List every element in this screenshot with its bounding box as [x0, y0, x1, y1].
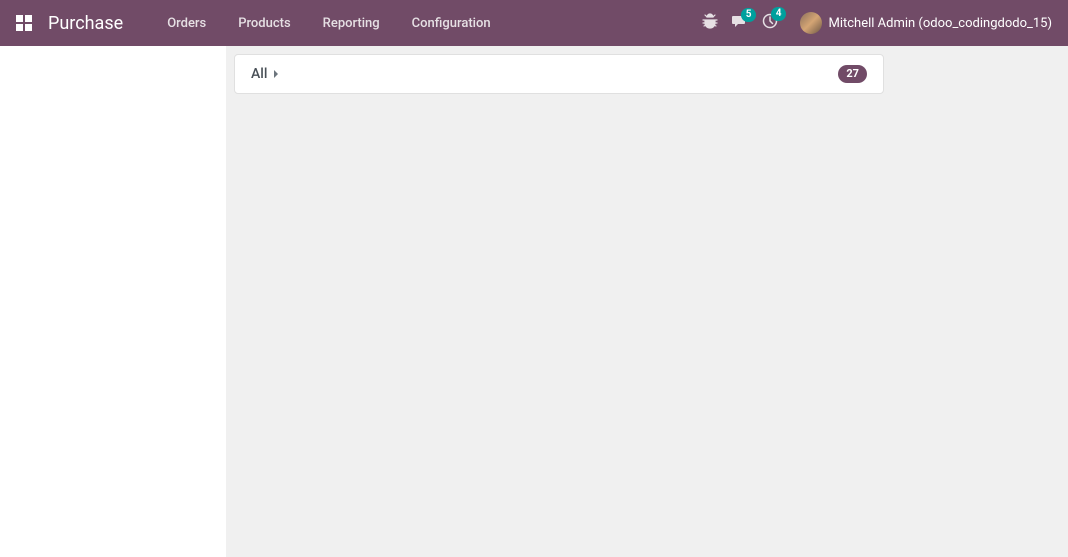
- activity-badge: 4: [771, 7, 787, 21]
- nav-item-reporting[interactable]: Reporting: [307, 0, 396, 46]
- nav-item-products[interactable]: Products: [222, 0, 306, 46]
- nav-item-configuration[interactable]: Configuration: [396, 0, 507, 46]
- category-all[interactable]: All 27: [234, 54, 884, 94]
- nav-label: Reporting: [323, 16, 380, 31]
- apps-icon[interactable]: [16, 15, 32, 31]
- app-title[interactable]: Purchase: [48, 13, 123, 34]
- nav-label: Products: [238, 16, 290, 31]
- main-content: All 27: [0, 46, 1068, 557]
- avatar: [800, 12, 822, 34]
- sidebar: [0, 46, 226, 557]
- user-name: Mitchell Admin (odoo_codingdodo_15): [828, 16, 1052, 31]
- debug-button[interactable]: [702, 13, 718, 33]
- navbar: Purchase Orders Products Reporting Confi…: [0, 0, 1068, 46]
- discuss-button[interactable]: 5: [732, 14, 748, 33]
- nav-label: Configuration: [412, 16, 491, 31]
- content-area: All 27: [226, 46, 1068, 557]
- activity-button[interactable]: 4: [762, 13, 778, 33]
- category-label: All: [251, 66, 267, 82]
- nav-menu: Orders Products Reporting Configuration: [151, 0, 506, 46]
- navbar-right: 5 4 Mitchell Admin (odoo_codingdodo_15): [702, 12, 1052, 34]
- nav-item-orders[interactable]: Orders: [151, 0, 222, 46]
- nav-label: Orders: [167, 16, 206, 31]
- bug-icon: [702, 13, 718, 33]
- category-left: All: [251, 66, 280, 82]
- chevron-right-icon: [273, 69, 280, 79]
- discuss-badge: 5: [741, 8, 757, 22]
- count-pill: 27: [838, 65, 867, 83]
- user-menu[interactable]: Mitchell Admin (odoo_codingdodo_15): [800, 12, 1052, 34]
